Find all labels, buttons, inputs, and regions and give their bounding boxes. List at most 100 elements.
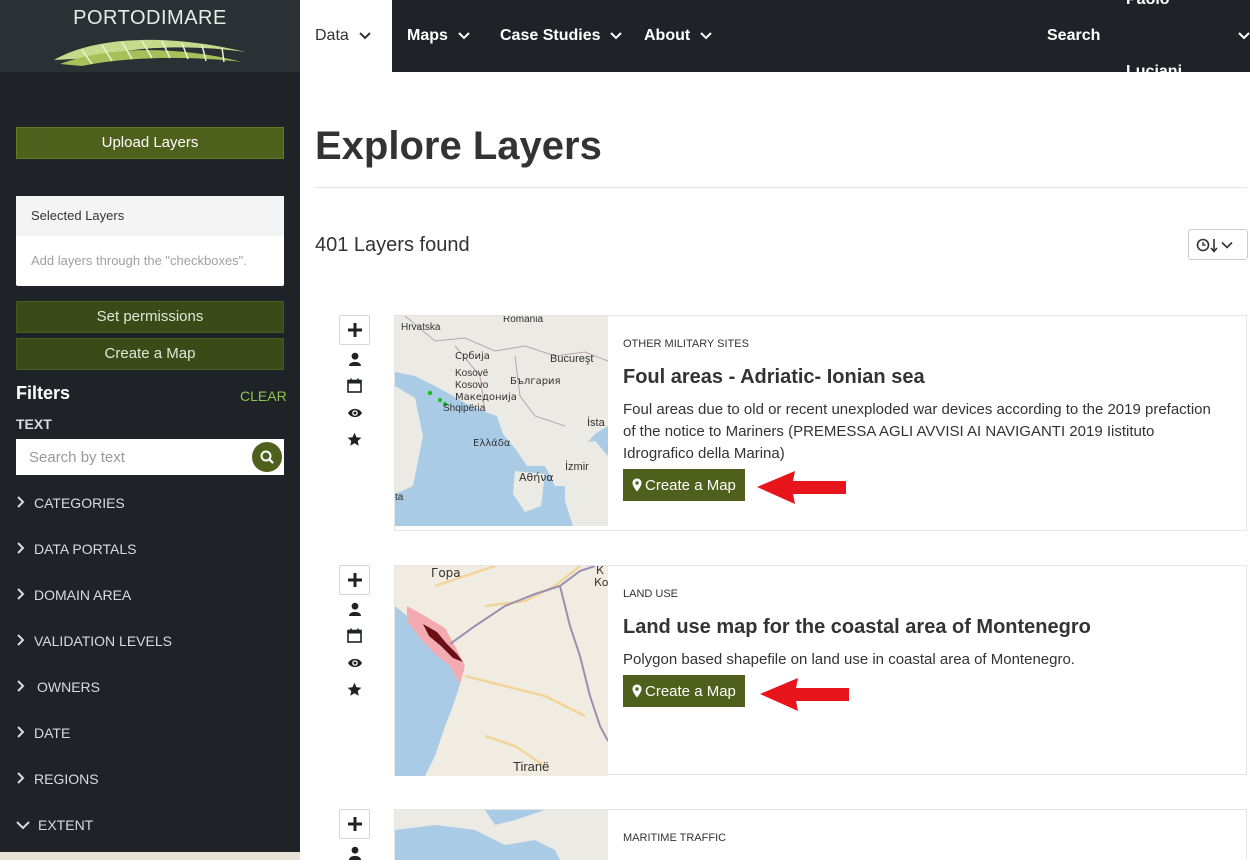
nav-case-studies[interactable]: Case Studies xyxy=(500,0,623,72)
selected-layers-title: Selected Layers xyxy=(16,196,284,236)
owner-info[interactable] xyxy=(339,345,370,372)
eye-icon xyxy=(347,658,362,667)
add-layer-button[interactable] xyxy=(339,809,370,839)
layer-thumbnail-map[interactable] xyxy=(395,810,608,860)
layer-title[interactable]: Land use map for the coastal area of Mon… xyxy=(623,616,1091,639)
chevron-right-icon xyxy=(16,633,34,649)
title-divider xyxy=(315,187,1247,188)
chevron-right-icon xyxy=(16,725,34,741)
create-map-button[interactable]: Create a Map xyxy=(623,469,745,501)
owner-info[interactable] xyxy=(339,839,370,860)
filter-label: REGIONS xyxy=(34,771,99,787)
clear-filters-link[interactable]: CLEAR xyxy=(240,388,287,404)
chevron-down-icon xyxy=(458,0,470,72)
map-label: Kosovë xyxy=(455,368,489,379)
date-info[interactable] xyxy=(339,622,370,649)
map-label: Bucureşt xyxy=(550,353,593,365)
layer-category[interactable]: MARITIME TRAFFIC xyxy=(623,832,726,844)
create-map-label: Create a Map xyxy=(645,476,736,494)
filter-label: VALIDATION LEVELS xyxy=(34,633,172,649)
map-label: İsta xyxy=(587,416,606,429)
map-label: İzmir xyxy=(565,460,589,473)
rating-info[interactable] xyxy=(339,426,370,453)
set-permissions-button[interactable]: Set permissions xyxy=(16,301,284,333)
chevron-down-icon xyxy=(16,817,38,833)
nav-maps[interactable]: Maps xyxy=(407,0,470,72)
views-info[interactable] xyxy=(339,399,370,426)
brand-logo[interactable]: PORTODIMARE xyxy=(0,0,300,72)
chevron-right-icon xyxy=(16,541,34,557)
create-map-label: Create a Map xyxy=(645,682,736,700)
user-name: Paolo Luciani xyxy=(1126,0,1183,80)
layer-card: Гора К Ко Tiranë LAND USE Land use map f… xyxy=(394,565,1247,776)
chevron-down-icon xyxy=(610,0,623,72)
calendar-icon xyxy=(347,628,362,643)
filter-label: OWNERS xyxy=(37,679,100,695)
map-label: Ко xyxy=(594,576,608,589)
layer-actions xyxy=(339,315,370,453)
chevron-down-icon xyxy=(700,0,712,72)
chevron-right-icon xyxy=(16,771,34,787)
filter-label: EXTENT xyxy=(38,817,94,833)
filter-label: CATEGORIES xyxy=(34,495,125,511)
nav-user-menu[interactable]: Paolo Luciani xyxy=(1126,0,1250,80)
layer-card: MARITIME TRAFFIC xyxy=(394,809,1247,860)
filter-domain-area[interactable]: DOMAIN AREA xyxy=(16,587,131,603)
map-label: Hrvatska xyxy=(401,322,441,333)
star-icon xyxy=(347,682,362,696)
map-label: Македонија xyxy=(455,391,517,403)
nav-search[interactable]: Search xyxy=(1047,0,1100,72)
text-search-input[interactable] xyxy=(16,439,246,475)
add-layer-button[interactable] xyxy=(339,565,370,595)
map-label: България xyxy=(510,376,561,387)
extent-map-preview[interactable] xyxy=(0,852,300,860)
top-navigation: Data Maps Case Studies About Search Paol… xyxy=(300,0,1250,80)
filter-regions[interactable]: REGIONS xyxy=(16,771,99,787)
create-map-button[interactable]: Create a Map xyxy=(623,675,745,707)
plus-icon xyxy=(347,573,362,587)
eye-icon xyxy=(347,408,362,417)
annotation-arrow xyxy=(760,678,849,711)
map-label: Ελλάδα xyxy=(473,437,511,449)
layer-description: Foul areas due to old or recent unexplod… xyxy=(623,401,1211,462)
filter-owners[interactable]: OWNERS xyxy=(16,679,100,695)
rating-info[interactable] xyxy=(339,676,370,703)
brand-name: PORTODIMARE xyxy=(73,7,227,29)
layer-category[interactable]: LAND USE xyxy=(623,588,678,600)
text-search-box xyxy=(16,439,284,475)
layer-category[interactable]: OTHER MILITARY SITES xyxy=(623,338,749,350)
filter-label: DATE xyxy=(34,725,71,741)
plus-icon xyxy=(347,817,362,831)
date-info[interactable] xyxy=(339,372,370,399)
page-title: Explore Layers xyxy=(315,124,602,168)
filter-date[interactable]: DATE xyxy=(16,725,70,741)
text-filter-label: TEXT xyxy=(16,416,52,432)
map-marker-icon xyxy=(632,684,642,698)
chevron-down-icon xyxy=(359,0,371,72)
sort-dropdown-button[interactable] xyxy=(1188,229,1248,260)
upload-layers-button[interactable]: Upload Layers xyxy=(16,127,284,159)
layer-actions xyxy=(339,809,370,860)
layer-thumbnail-map[interactable]: Hrvatska Romania Србија Bucureşt Kosovë … xyxy=(395,316,608,526)
add-layer-button[interactable] xyxy=(339,315,370,345)
search-submit-button[interactable] xyxy=(252,442,282,472)
nav-about[interactable]: About xyxy=(644,0,712,72)
views-info[interactable] xyxy=(339,649,370,676)
chevron-right-icon xyxy=(16,587,34,603)
filter-data-portals[interactable]: DATA PORTALS xyxy=(16,541,136,557)
filter-categories[interactable]: CATEGORIES xyxy=(16,495,125,511)
layer-thumbnail-map[interactable]: Гора К Ко Tiranë xyxy=(395,566,608,776)
filter-validation-levels[interactable]: VALIDATION LEVELS xyxy=(16,633,172,649)
sort-icon xyxy=(1196,238,1233,253)
owner-info[interactable] xyxy=(339,595,370,622)
sidebar: PORTODIMARE Upload Layers Selected Layer… xyxy=(0,0,300,860)
plus-icon xyxy=(347,323,362,337)
layer-title[interactable]: Foul areas - Adriatic- Ionian sea xyxy=(623,366,925,389)
nav-data[interactable]: Data xyxy=(300,0,392,72)
selected-layers-hint: Add layers through the "checkboxes". xyxy=(31,253,247,268)
nav-label: Data xyxy=(315,27,349,44)
map-label: Shqipëria xyxy=(443,403,486,414)
map-label: Kosovo xyxy=(455,380,489,391)
sidebar-create-map-button[interactable]: Create a Map xyxy=(16,338,284,370)
filter-extent[interactable]: EXTENT xyxy=(16,817,93,833)
